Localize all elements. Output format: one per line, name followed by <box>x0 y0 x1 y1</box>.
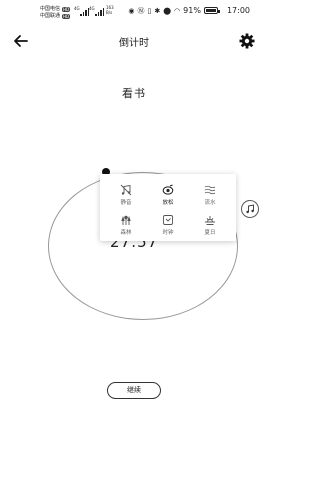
net-type-2: 4G <box>89 6 95 11</box>
clock-icon <box>163 215 173 225</box>
data-speed: 163 B/s <box>106 5 114 15</box>
nfc-icon: Ⓝ <box>137 6 145 15</box>
page-title: 倒计时 <box>119 38 149 49</box>
continue-button[interactable]: 继续 <box>107 382 161 399</box>
mute-icon <box>120 184 132 196</box>
header: 倒计时 <box>0 30 268 54</box>
bluetooth-icon: ✱ <box>154 6 161 15</box>
battery-percent: 91% <box>183 6 201 15</box>
carrier-1-hd-badge: HD <box>62 7 71 12</box>
status-bar: 中国电信 HD 中国联通 HD 4G 4G 163 B/s ◉ Ⓝ ▯ ✱ ⬤ … <box>0 0 268 22</box>
gear-icon <box>239 33 255 49</box>
sound-option-label: 放松 <box>162 200 174 206</box>
sound-option-label: 流水 <box>204 200 216 206</box>
sound-option-label: 时钟 <box>162 230 174 236</box>
net-type-1: 4G <box>74 6 80 11</box>
music-note-icon <box>246 204 254 214</box>
forest-icon <box>121 215 131 225</box>
wifi-icon: ◠ <box>174 6 181 15</box>
battery-icon <box>203 7 220 14</box>
carrier-2-hd-badge: HD <box>62 14 71 19</box>
vibrate-icon: ▯ <box>147 6 152 15</box>
hotspot-icon: ◉ <box>128 6 135 15</box>
water-icon <box>204 185 216 195</box>
carrier-1-name: 中国电信 <box>40 6 61 12</box>
location-icon: ⬤ <box>163 6 172 15</box>
carrier-info: 中国电信 HD 中国联通 HD <box>40 6 71 20</box>
relax-icon <box>162 184 174 195</box>
sound-option-label: 夏日 <box>204 230 216 236</box>
sound-option-forest[interactable]: 森林 <box>106 214 146 236</box>
sound-option-label: 静音 <box>120 200 132 206</box>
sound-option-label: 森林 <box>120 230 132 236</box>
summer-icon <box>205 216 215 225</box>
music-button[interactable] <box>241 200 259 218</box>
signal-2-icon <box>95 8 104 16</box>
sound-option-relax[interactable]: 放松 <box>148 184 188 206</box>
signal-1-icon <box>80 8 89 16</box>
clock-time: 17:00 <box>226 6 250 15</box>
sound-option-water[interactable]: 流水 <box>190 184 230 206</box>
carrier-2-name: 中国联通 <box>40 13 61 19</box>
sound-option-mute[interactable]: 静音 <box>106 184 146 206</box>
task-name: 看书 <box>122 87 146 100</box>
sound-menu: 静音 放松 流水 森林 时钟 夏日 <box>100 174 236 241</box>
sound-option-summer[interactable]: 夏日 <box>190 214 230 236</box>
settings-button[interactable] <box>238 32 256 50</box>
sound-option-clock[interactable]: 时钟 <box>148 214 188 236</box>
status-right: ◉ Ⓝ ▯ ✱ ⬤ ◠ 91% 17:00 <box>128 6 250 15</box>
